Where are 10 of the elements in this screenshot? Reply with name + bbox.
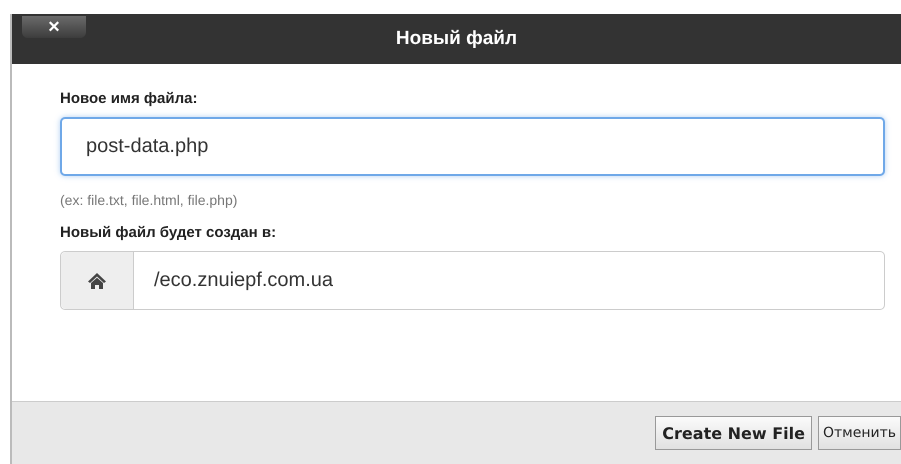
home-icon	[87, 272, 107, 290]
cancel-button[interactable]: Отменить	[818, 416, 901, 450]
field-label: Новое имя файла:	[60, 90, 198, 107]
create-button[interactable]: Create New File	[655, 416, 812, 450]
input-field[interactable]: /eco.znuiepf.com.ua	[60, 251, 885, 310]
input-field[interactable]: post-data.php	[60, 117, 885, 176]
close-button[interactable]: ×	[22, 16, 86, 38]
window-title: Новый файл	[396, 28, 518, 50]
hint-text: (ex: file.txt, file.html, file.php)	[60, 192, 238, 208]
field-label: Новый файл будет создан в:	[60, 224, 278, 241]
